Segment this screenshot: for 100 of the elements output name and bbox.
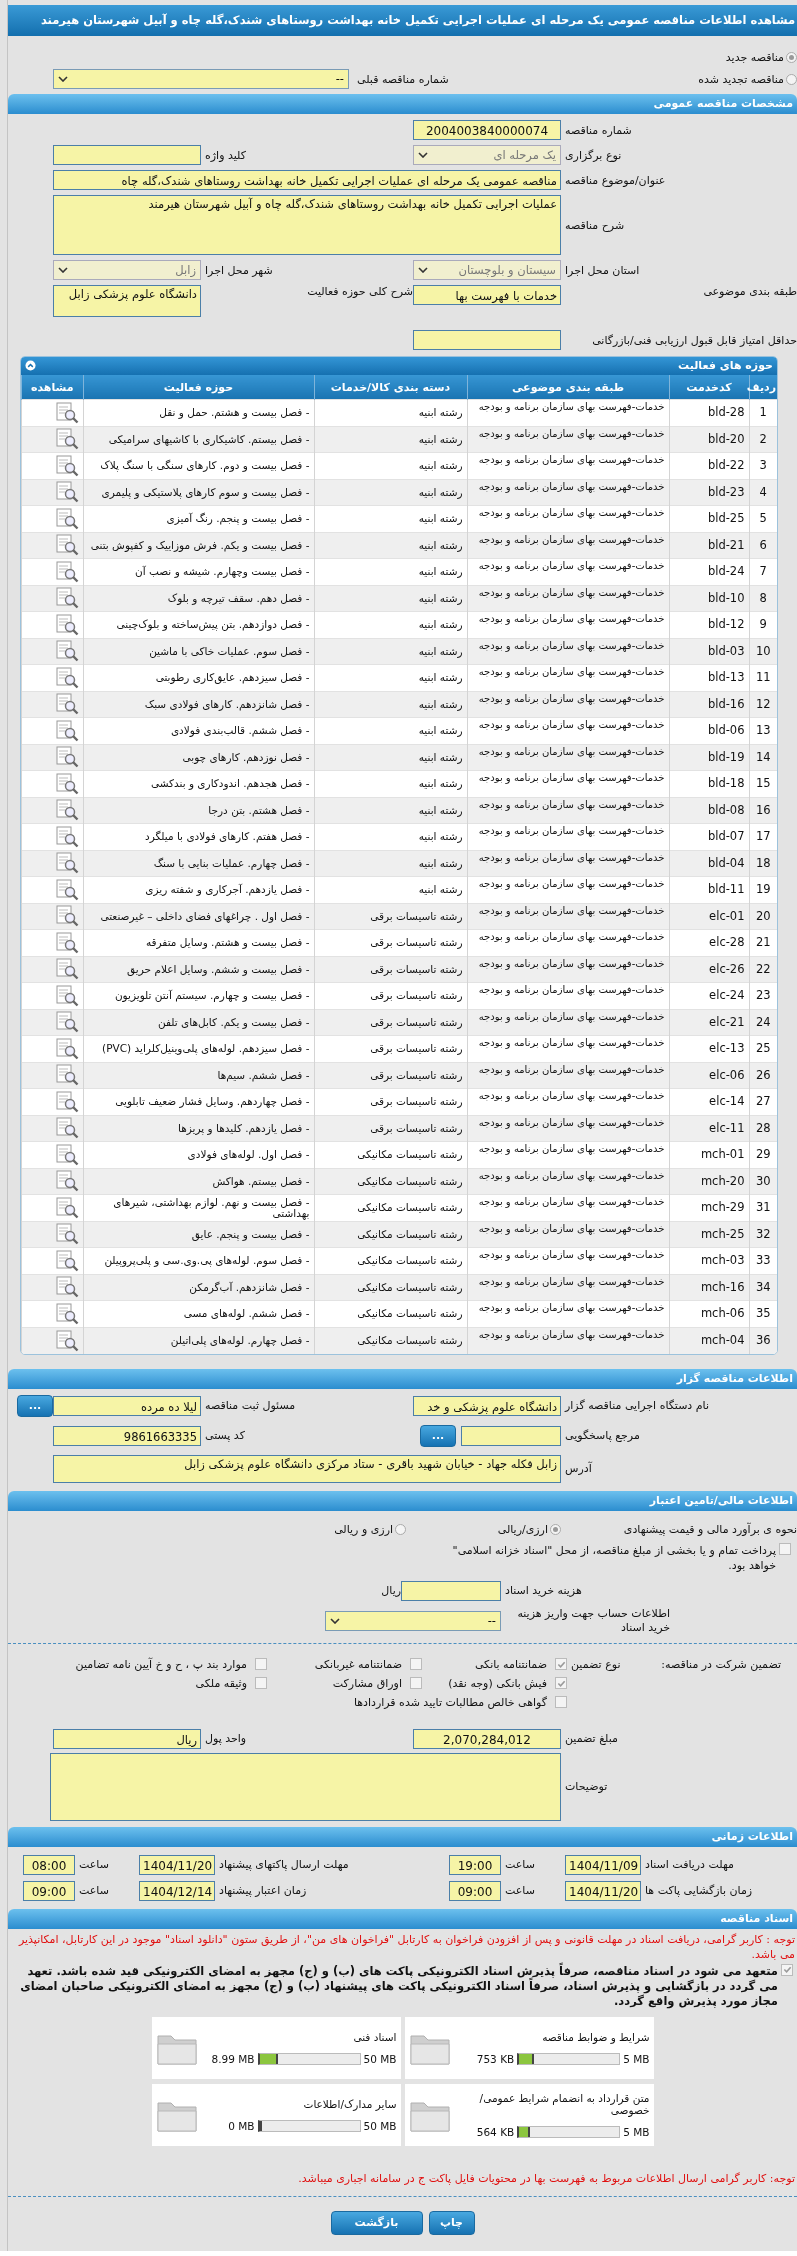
date-field[interactable]: 1404/12/14 <box>139 1880 215 1901</box>
document-search-icon[interactable] <box>54 1223 79 1246</box>
time-field[interactable]: 09:00 <box>23 1880 75 1901</box>
keyword-field[interactable] <box>53 145 201 165</box>
document-search-icon[interactable] <box>54 984 79 1007</box>
document-search-icon[interactable] <box>54 1143 79 1166</box>
document-search-icon[interactable] <box>54 852 79 875</box>
checkbox[interactable] <box>555 1677 567 1689</box>
document-search-icon[interactable] <box>54 1170 79 1193</box>
category-field[interactable]: خدمات با فهرست بها <box>413 285 561 305</box>
organization-field[interactable]: دانشگاه علوم پزشکی و خد <box>413 1395 561 1416</box>
activity-scope-field[interactable]: دانشگاه علوم پزشکی زابل <box>53 285 201 317</box>
date-field[interactable]: 1404/11/20 <box>565 1880 641 1901</box>
document-search-icon[interactable] <box>54 931 79 954</box>
date-field[interactable]: 1404/11/20 <box>139 1854 215 1875</box>
document-search-icon[interactable] <box>54 613 79 636</box>
column-header: دسته بندی کالا/خدمات <box>314 375 467 400</box>
postal-code-field[interactable]: 9861663335 <box>53 1425 201 1446</box>
subject-field[interactable]: مناقصه عمومی یک مرحله ای عملیات اجرایی تکمیل خانه بهداشت روستاهای شندک،گله چاه <box>53 170 561 190</box>
document-search-icon[interactable] <box>54 878 79 901</box>
browse-button[interactable]: ... <box>420 1424 456 1447</box>
document-search-icon[interactable] <box>54 1196 79 1219</box>
document-search-icon[interactable] <box>54 1276 79 1299</box>
document-search-icon[interactable] <box>54 1249 79 1272</box>
table-cell: 32 <box>749 1221 777 1248</box>
document-search-icon[interactable] <box>54 958 79 981</box>
table-cell: - فصل بیست و یکم. فرش موزاییک و کفپوش بتنی <box>83 532 314 559</box>
checkbox[interactable] <box>555 1658 567 1670</box>
radio-option[interactable]: مناقصه جدید <box>725 50 797 64</box>
table-cell: - فصل شانزدهم. کارهای فولادی سبک <box>83 691 314 718</box>
currency-field[interactable]: ریال <box>53 1728 201 1749</box>
checkbox[interactable] <box>781 1963 793 1976</box>
document-search-icon[interactable] <box>54 1037 79 1060</box>
radio-button[interactable] <box>395 1524 406 1535</box>
document-search-icon[interactable] <box>54 1302 79 1325</box>
document-search-icon[interactable] <box>54 719 79 742</box>
print-button[interactable]: چاپ <box>428 2210 475 2235</box>
checkbox[interactable] <box>410 1677 422 1689</box>
table-cell: 26 <box>749 1062 777 1089</box>
document-search-icon[interactable] <box>54 640 79 663</box>
dropdown[interactable]: -- <box>325 1610 501 1631</box>
document-search-icon[interactable] <box>54 481 79 504</box>
table-cell: خدمات-فهرست بهای سازمان برنامه و بودجه <box>467 903 669 930</box>
radio-button[interactable] <box>550 1524 561 1535</box>
document-search-icon[interactable] <box>54 1011 79 1034</box>
document-search-icon[interactable] <box>54 825 79 848</box>
radio-button[interactable] <box>786 51 797 63</box>
document-search-icon[interactable] <box>54 693 79 716</box>
checkbox[interactable] <box>410 1658 422 1670</box>
column-header: ردیف <box>749 375 777 400</box>
table-cell: رشته ابنیه <box>314 426 467 453</box>
time-field[interactable]: 19:00 <box>449 1854 501 1875</box>
table-cell: 22 <box>749 956 777 983</box>
dropdown[interactable]: -- <box>53 69 349 89</box>
document-search-icon[interactable] <box>54 428 79 451</box>
browse-button[interactable]: ... <box>17 1394 53 1417</box>
document-search-icon[interactable] <box>54 454 79 477</box>
document-search-icon[interactable] <box>54 587 79 610</box>
time-field[interactable]: 08:00 <box>23 1854 75 1875</box>
checkbox[interactable] <box>555 1696 567 1708</box>
checkbox[interactable] <box>779 1542 791 1555</box>
field-label: نام دستگاه اجرایی مناقصه گزار <box>563 1399 710 1412</box>
min-score-field[interactable] <box>413 330 561 350</box>
document-search-icon[interactable] <box>54 560 79 583</box>
document-search-icon[interactable] <box>54 772 79 795</box>
guarantee-amount-field[interactable]: 2,070,284,012 <box>413 1728 561 1749</box>
document-search-icon[interactable] <box>54 666 79 689</box>
document-fee-field[interactable] <box>401 1580 501 1601</box>
section-header: اطلاعات زمانی <box>8 1826 797 1847</box>
document-search-icon[interactable] <box>54 507 79 530</box>
tender-number-field[interactable]: 2004003840000074 <box>413 120 561 140</box>
checkbox-label: وثیقه ملکی <box>195 1676 247 1690</box>
table-cell: bld-10 <box>669 585 749 612</box>
document-search-icon[interactable] <box>54 1064 79 1087</box>
document-search-icon[interactable] <box>54 401 79 424</box>
document-search-icon[interactable] <box>54 534 79 557</box>
document-search-icon[interactable] <box>54 1329 79 1352</box>
table-cell: رشته ابنیه <box>314 744 467 771</box>
document-search-icon[interactable] <box>54 1117 79 1140</box>
table-cell: 6 <box>749 532 777 559</box>
radio-button[interactable] <box>786 73 797 85</box>
field-label: شماره مناقصه قبلی <box>356 72 449 86</box>
document-search-icon[interactable] <box>54 799 79 822</box>
field-label: آدرس <box>564 1462 593 1475</box>
back-button[interactable]: بازگشت <box>330 2210 423 2235</box>
contact-field[interactable] <box>461 1425 561 1446</box>
notes-field[interactable] <box>50 1752 561 1821</box>
document-search-icon[interactable] <box>54 905 79 928</box>
document-search-icon[interactable] <box>54 1090 79 1113</box>
checkbox[interactable] <box>255 1677 267 1689</box>
checkbox[interactable] <box>255 1658 267 1670</box>
description-field[interactable]: عملیات اجرایی تکمیل خانه بهداشت روستاهای شندک،گله چاه و آبیل شهرستان هیرمند <box>53 195 561 255</box>
collapse-icon[interactable] <box>25 360 36 371</box>
registrar-field[interactable]: لیلا ده مرده <box>53 1395 201 1416</box>
document-search-icon[interactable] <box>54 746 79 769</box>
time-field[interactable]: 09:00 <box>449 1880 501 1901</box>
field-label: ساعت <box>504 1858 536 1871</box>
date-field[interactable]: 1404/11/09 <box>565 1854 641 1875</box>
address-field[interactable]: زابل فکله جهاد - خیابان شهید باقری - ستاد مرکزی دانشگاه علوم پزشکی زابل <box>53 1454 561 1483</box>
field-label: اطلاعات حساب جهت واریز هزینه خرید اسناد <box>516 1606 670 1635</box>
